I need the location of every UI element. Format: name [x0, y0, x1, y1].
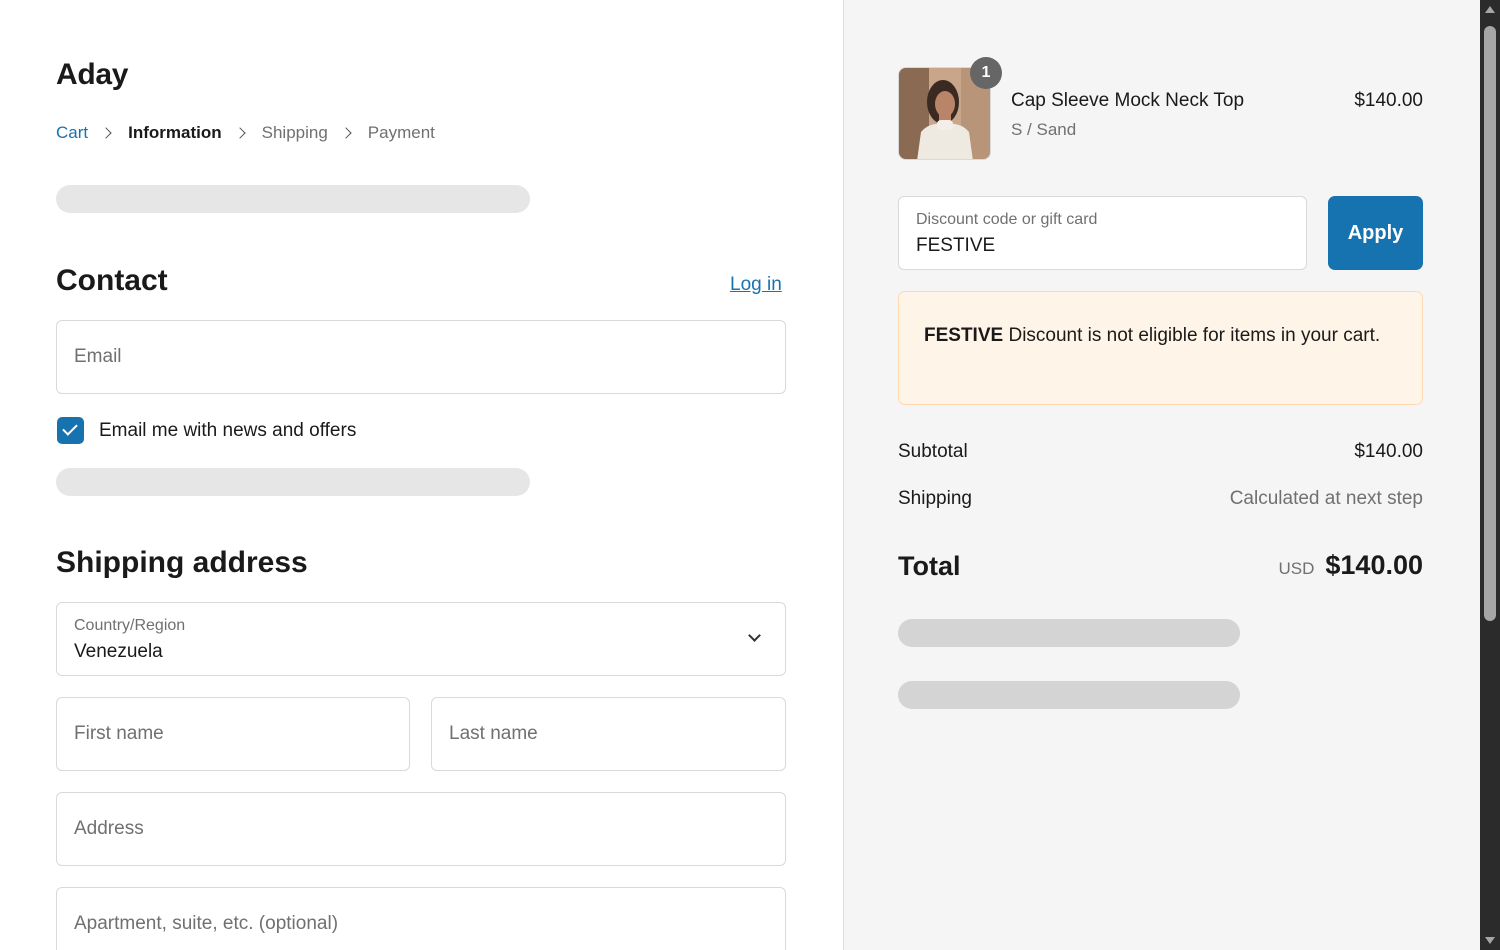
first-name-input[interactable] [74, 698, 392, 770]
subtotal-value: $140.00 [1354, 441, 1423, 462]
express-checkout-placeholder [56, 185, 530, 213]
apartment-input[interactable] [74, 888, 768, 950]
address-field[interactable] [56, 792, 786, 866]
chevron-right-icon [340, 127, 352, 139]
last-name-field[interactable] [431, 697, 786, 771]
scrollbar-thumb[interactable] [1484, 26, 1496, 621]
scroll-down-icon[interactable] [1485, 937, 1495, 944]
apply-discount-button[interactable]: Apply [1328, 196, 1423, 270]
breadcrumb-shipping: Shipping [261, 123, 328, 142]
discount-error-notice: FESTIVE Discount is not eligible for ite… [898, 291, 1423, 405]
total-amount: $140.00 [1325, 550, 1423, 580]
address-input[interactable] [74, 793, 768, 865]
last-name-input[interactable] [449, 698, 768, 770]
shop-logo[interactable]: Aday [56, 58, 128, 92]
chevron-right-icon [233, 127, 246, 139]
total-label: Total [898, 551, 961, 581]
loading-placeholder [898, 681, 1240, 709]
country-label: Country/Region [74, 617, 186, 634]
newsletter-label: Email me with news and offers [99, 420, 357, 441]
country-value: Venezuela [74, 641, 163, 662]
first-name-field[interactable] [56, 697, 410, 771]
scroll-up-icon[interactable] [1485, 6, 1495, 13]
loading-placeholder [56, 468, 530, 496]
chevron-right-icon [100, 127, 112, 139]
quantity-badge: 1 [970, 57, 1002, 89]
shipping-value: Calculated at next step [1229, 488, 1423, 509]
total-currency: USD [1278, 559, 1315, 578]
discount-code-field[interactable]: Discount code or gift card FESTIVE [898, 196, 1307, 270]
product-price: $140.00 [1354, 90, 1423, 111]
shipping-address-title: Shipping address [56, 546, 308, 579]
email-input[interactable] [74, 321, 768, 393]
chevron-down-icon [748, 629, 761, 642]
breadcrumb-cart[interactable]: Cart [56, 123, 88, 143]
product-variant: S / Sand [1011, 120, 1077, 139]
vertical-scrollbar[interactable] [1480, 0, 1500, 950]
notice-code: FESTIVE [924, 325, 1004, 346]
country-select[interactable]: Country/Region Venezuela [56, 602, 786, 676]
breadcrumb-information: Information [128, 123, 222, 142]
newsletter-checkbox[interactable] [57, 417, 84, 444]
login-link[interactable]: Log in [730, 274, 782, 296]
checkout-main: Aday Cart Information Shipping Payment C… [0, 0, 843, 950]
subtotal-label: Subtotal [898, 441, 968, 462]
contact-title: Contact [56, 264, 168, 297]
product-name: Cap Sleeve Mock Neck Top [1011, 90, 1245, 111]
discount-code-label: Discount code or gift card [916, 211, 1098, 228]
total-value-group: USD $140.00 [1278, 550, 1423, 581]
breadcrumb-payment: Payment [367, 123, 435, 142]
apartment-field[interactable] [56, 887, 786, 950]
shipping-label: Shipping [898, 488, 972, 509]
breadcrumb: Cart Information Shipping Payment [56, 123, 435, 143]
email-field[interactable] [56, 320, 786, 394]
loading-placeholder [898, 619, 1240, 647]
discount-code-value[interactable]: FESTIVE [916, 235, 995, 257]
notice-message: Discount is not eligible for items in yo… [1008, 325, 1381, 346]
